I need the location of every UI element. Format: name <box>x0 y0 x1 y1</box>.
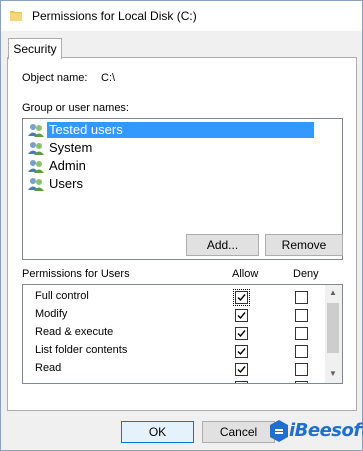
object-name-value: C:\ <box>101 72 116 84</box>
permission-row <box>23 378 323 383</box>
list-item-label: Users <box>49 176 83 191</box>
permission-name: List folder contents <box>35 344 128 356</box>
list-item-users[interactable]: Users <box>27 175 338 193</box>
deny-checkbox[interactable] <box>295 309 308 322</box>
scroll-up-icon[interactable]: ▲ <box>329 288 337 297</box>
permission-row: Read <box>23 360 323 378</box>
title-bar: Permissions for Local Disk (C:) <box>1 1 362 31</box>
allow-checkbox[interactable] <box>233 289 250 306</box>
cancel-button[interactable]: Cancel <box>202 421 275 443</box>
permissions-label: Permissions for Users <box>22 268 130 280</box>
deny-checkbox[interactable] <box>295 381 308 383</box>
users-icon <box>28 160 44 173</box>
scroll-down-icon[interactable]: ▼ <box>329 369 337 378</box>
security-panel: Object name: C:\ Group or user names: Te… <box>7 57 357 411</box>
list-item-system[interactable]: System <box>27 139 338 157</box>
permission-row: Modify <box>23 306 323 324</box>
deny-checkbox[interactable] <box>295 327 308 340</box>
permission-row: Read & execute <box>23 324 323 342</box>
users-icon <box>28 142 44 155</box>
list-item-label: Admin <box>49 158 86 173</box>
allow-checkbox[interactable] <box>235 309 248 322</box>
list-item-label: Tested users <box>47 122 314 138</box>
permission-row: Full control <box>23 288 323 306</box>
list-item-admin[interactable]: Admin <box>27 157 338 175</box>
list-item-tested-users[interactable]: Tested users <box>27 121 338 139</box>
scrollbar-thumb[interactable] <box>327 303 339 353</box>
object-name-label: Object name: <box>22 72 88 84</box>
allow-checkbox[interactable] <box>235 327 248 340</box>
window-title: Permissions for Local Disk (C:) <box>32 9 197 23</box>
permission-name: Read & execute <box>35 326 114 338</box>
allow-checkbox[interactable] <box>235 363 248 376</box>
allow-checkbox[interactable] <box>235 345 248 358</box>
allow-checkbox[interactable] <box>235 381 248 383</box>
permissions-list: Full control Modify Read & execute List fol… <box>22 284 343 384</box>
allow-column-header: Allow <box>232 268 259 280</box>
ok-button[interactable]: OK <box>121 421 194 443</box>
permission-name: Modify <box>35 308 68 320</box>
list-item-label: System <box>49 140 93 155</box>
deny-checkbox[interactable] <box>295 363 308 376</box>
deny-column-header: Deny <box>293 268 319 280</box>
bee-logo-icon <box>270 420 288 442</box>
deny-checkbox[interactable] <box>295 291 308 304</box>
permission-name: Full control <box>35 290 89 302</box>
group-names-label: Group or user names: <box>22 102 129 114</box>
permissions-dialog: Permissions for Local Disk (C:) Security… <box>0 0 363 451</box>
permission-name: Read <box>35 362 62 374</box>
remove-button[interactable]: Remove <box>265 234 343 256</box>
permissions-scrollbar[interactable]: ▲ ▼ <box>325 285 342 383</box>
deny-checkbox[interactable] <box>295 345 308 358</box>
add-button[interactable]: Add... <box>186 234 259 256</box>
folder-icon <box>10 11 22 21</box>
ibeesoft-watermark: iBeesoft <box>267 416 363 448</box>
permission-row: List folder contents <box>23 342 323 360</box>
users-icon <box>28 124 44 137</box>
tab-security[interactable]: Security <box>8 38 62 59</box>
watermark-text: iBeesoft <box>289 420 363 441</box>
users-icon <box>28 178 44 191</box>
